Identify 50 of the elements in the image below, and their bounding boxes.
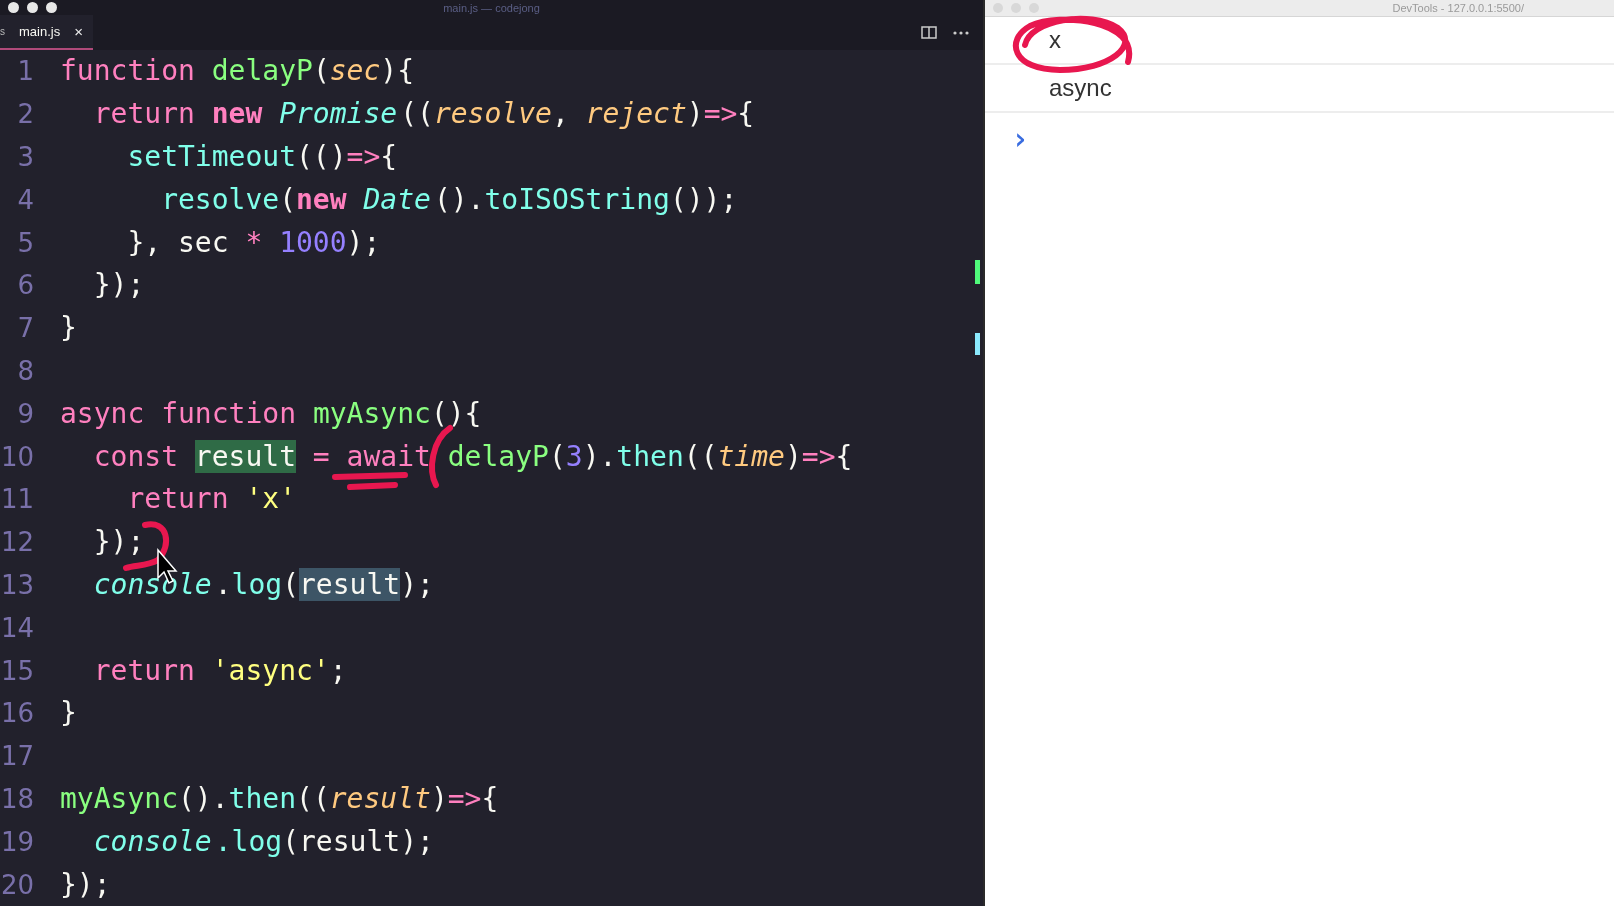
line-number: 9: [16, 398, 34, 429]
code-line: setTimeout(()=>{: [126, 139, 398, 176]
window-control[interactable]: [46, 2, 57, 13]
line-number: 12: [0, 527, 34, 558]
line-number: 14: [0, 612, 34, 643]
cursor-marker: [975, 333, 980, 355]
window-title: main.js — codejong: [443, 0, 540, 15]
code-line: console.log(result);: [92, 823, 434, 860]
code-line: const result = await delayP(3).then((time)=>{: [92, 438, 853, 475]
console-message: x: [1049, 26, 1061, 54]
code-line: });: [60, 866, 111, 903]
code-line: return 'async';: [92, 652, 347, 689]
line-number: 3: [16, 142, 34, 173]
line-number: 5: [16, 227, 34, 258]
line-number: 1: [16, 56, 34, 87]
line-number: 20: [0, 869, 34, 900]
line-number: 6: [16, 270, 34, 301]
window-control[interactable]: [27, 2, 38, 13]
code-line: console.log(result);: [92, 567, 434, 604]
code-line: }: [60, 310, 77, 347]
line-number: 7: [16, 313, 34, 344]
change-marker: [975, 260, 980, 284]
line-number: 15: [0, 655, 34, 686]
code-line: }, sec * 1000);: [126, 224, 381, 261]
code-line: });: [92, 267, 145, 304]
line-number: 2: [16, 99, 34, 130]
line-number: 16: [0, 698, 34, 729]
code-line: return 'x': [126, 481, 296, 518]
console-prompt[interactable]: ›: [1011, 120, 1030, 156]
code-line: return new Promise((resolve, reject)=>{: [92, 96, 755, 133]
line-number: 19: [0, 826, 34, 857]
code-line: myAsync().then((result)=>{: [60, 781, 499, 817]
line-number: 18: [0, 784, 34, 814]
code-line: async function myAsync(){: [60, 395, 482, 432]
line-number: 11: [0, 484, 34, 515]
code-line: function delayP(sec){: [60, 53, 415, 90]
line-number: 8: [16, 356, 34, 387]
split-editor-icon[interactable]: [921, 26, 937, 40]
window-control[interactable]: [8, 2, 19, 13]
line-number: 17: [0, 741, 34, 772]
window-title: DevTools - 127.0.0.1:5500/: [1392, 2, 1524, 14]
more-icon[interactable]: [953, 30, 969, 35]
line-number: 4: [16, 184, 34, 215]
file-tab[interactable]: s main.js ×: [0, 15, 93, 51]
line-number: 10: [0, 441, 34, 472]
code-line: });: [92, 524, 145, 561]
console-message: async: [1049, 74, 1112, 102]
code-line: resolve(new Date().toISOString());: [160, 181, 738, 218]
line-number: 13: [0, 570, 34, 600]
code-line: }: [60, 695, 77, 732]
